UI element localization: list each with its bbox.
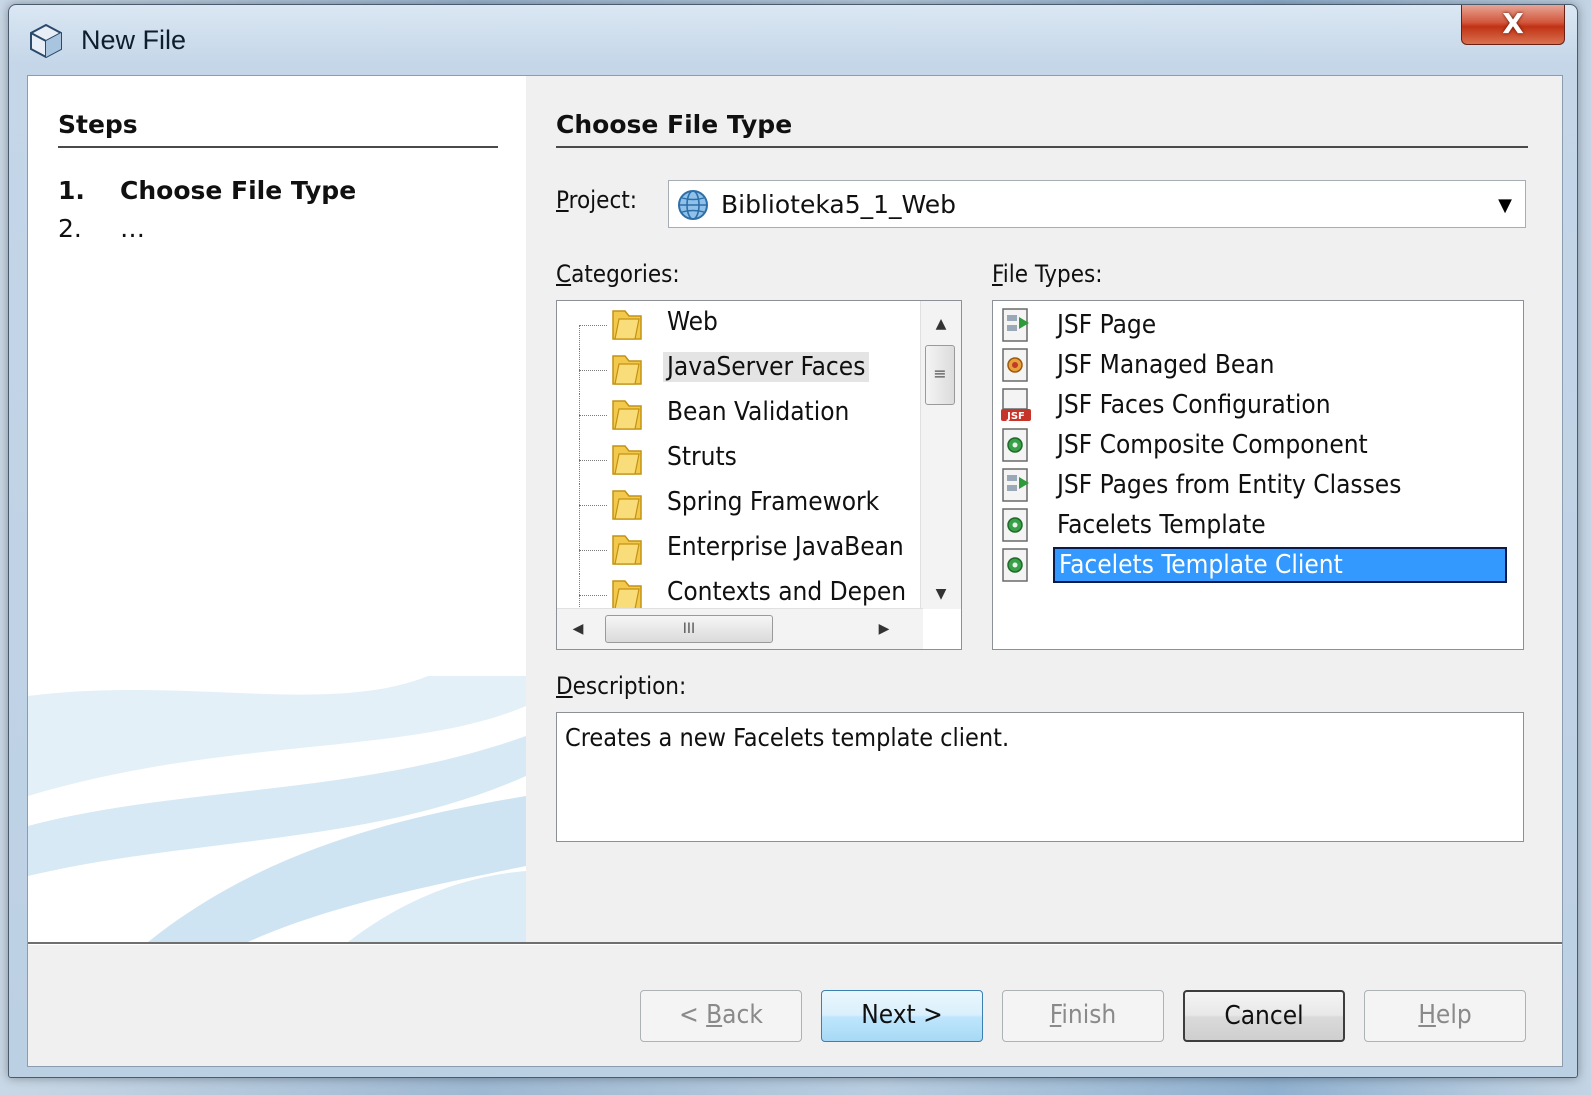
project-value: Biblioteka5_1_Web xyxy=(721,190,957,219)
composite-component-icon xyxy=(1002,428,1028,462)
jsf-page-icon xyxy=(1002,308,1029,342)
dropdown-arrow-icon[interactable]: ▼ xyxy=(1485,181,1525,227)
svg-text:JSF: JSF xyxy=(1006,411,1025,422)
step-number: 1. xyxy=(58,176,85,205)
managed-bean-icon xyxy=(1002,348,1028,382)
web-project-globe-icon xyxy=(678,190,708,220)
step-2: 2. … xyxy=(58,214,145,243)
file-types-label: File Types: xyxy=(992,260,1103,288)
netbeans-cube-icon xyxy=(30,23,62,59)
category-item-enterprise-javabeans[interactable]: Enterprise JavaBean xyxy=(557,528,917,572)
categories-vertical-scrollbar[interactable]: ▲ ≡ ▼ xyxy=(920,301,961,609)
description-text: Creates a new Facelets template client. xyxy=(565,723,1010,752)
scroll-right-arrow-icon[interactable]: ▶ xyxy=(867,609,901,649)
faces-config-icon: JSF xyxy=(1001,388,1031,422)
file-type-label: Facelets Template xyxy=(1057,510,1266,540)
file-type-jsf-faces-configuration[interactable]: JSF JSF Faces Configuration xyxy=(993,385,1523,425)
panel-heading: Choose File Type xyxy=(556,110,793,139)
title-bar[interactable]: New File X xyxy=(9,5,1577,73)
file-type-facelets-template-client[interactable]: Facelets Template Client xyxy=(993,545,1523,585)
categories-label: Categories: xyxy=(556,260,680,288)
folder-icon xyxy=(612,445,642,475)
file-type-jsf-managed-bean[interactable]: JSF Managed Bean xyxy=(993,345,1523,385)
file-type-jsf-page[interactable]: JSF Page xyxy=(993,305,1523,345)
category-label: JavaServer Faces xyxy=(663,352,870,382)
category-label: Spring Framework xyxy=(667,487,880,517)
file-type-label: JSF Page xyxy=(1057,310,1157,340)
category-item-javaserver-faces[interactable]: JavaServer Faces xyxy=(557,348,917,392)
steps-heading: Steps xyxy=(58,110,138,139)
entity-pages-icon xyxy=(1002,468,1029,502)
scroll-down-arrow-icon[interactable]: ▼ xyxy=(921,579,961,609)
next-button[interactable]: Next > xyxy=(821,990,983,1042)
step-label: … xyxy=(120,214,145,243)
scroll-thumb[interactable]: ≡ xyxy=(925,345,955,405)
file-type-label: JSF Managed Bean xyxy=(1057,350,1275,380)
category-label: Bean Validation xyxy=(667,397,850,427)
category-item-bean-validation[interactable]: Bean Validation xyxy=(557,393,917,437)
category-label: Web xyxy=(667,307,718,337)
file-type-jsf-composite-component[interactable]: JSF Composite Component xyxy=(993,425,1523,465)
category-label: Contexts and Depen xyxy=(667,577,907,607)
file-type-jsf-pages-from-entity-classes[interactable]: JSF Pages from Entity Classes xyxy=(993,465,1523,505)
project-dropdown[interactable]: Biblioteka5_1_Web ▼ xyxy=(668,180,1526,228)
description-area: Creates a new Facelets template client. xyxy=(556,712,1524,842)
file-type-label: Facelets Template Client xyxy=(1053,547,1507,583)
folder-icon xyxy=(612,535,642,565)
button-bar-divider xyxy=(28,942,1562,945)
finish-button[interactable]: Finish xyxy=(1002,990,1164,1042)
file-type-facelets-template[interactable]: Facelets Template xyxy=(993,505,1523,545)
step-number: 2. xyxy=(58,214,82,243)
dialog-body: Steps 1. Choose File Type 2. … Choose File… xyxy=(27,75,1563,1067)
steps-panel: Steps 1. Choose File Type 2. … xyxy=(28,76,526,942)
categories-horizontal-scrollbar[interactable]: ◀ III ▶ xyxy=(557,608,923,649)
folder-icon xyxy=(612,355,642,385)
categories-tree[interactable]: Web JavaServer Faces Bean Validation Str… xyxy=(556,300,962,650)
facelets-template-icon xyxy=(1002,508,1028,542)
category-label: Enterprise JavaBean xyxy=(667,532,904,562)
file-types-list[interactable]: JSF Page JSF Managed Bean JSF JSF Faces … xyxy=(992,300,1524,650)
panel-divider xyxy=(556,146,1528,148)
steps-divider xyxy=(58,146,498,148)
category-item-spring-framework[interactable]: Spring Framework xyxy=(557,483,917,527)
project-label: Project: xyxy=(556,186,638,214)
category-item-web[interactable]: Web xyxy=(557,303,917,347)
choose-file-type-panel: Choose File Type Project: Biblioteka5_1_… xyxy=(526,76,1562,942)
category-label: Struts xyxy=(667,442,737,472)
file-type-label: JSF Faces Configuration xyxy=(1057,390,1331,420)
scroll-thumb[interactable]: III xyxy=(605,615,773,643)
facelets-client-icon xyxy=(1002,548,1028,582)
folder-icon xyxy=(612,490,642,520)
description-label: Description: xyxy=(556,672,687,700)
file-type-label: JSF Pages from Entity Classes xyxy=(1057,470,1402,500)
step-1: 1. Choose File Type xyxy=(58,176,356,205)
close-button[interactable]: X xyxy=(1461,5,1565,45)
cancel-button[interactable]: Cancel xyxy=(1183,990,1345,1042)
file-type-label: JSF Composite Component xyxy=(1057,430,1368,460)
new-file-dialog: New File X Steps 1. Choose File Type 2. … … xyxy=(8,4,1578,1078)
window-title: New File xyxy=(81,25,187,55)
back-button[interactable]: < Back xyxy=(640,990,802,1042)
folder-icon xyxy=(612,400,642,430)
category-item-struts[interactable]: Struts xyxy=(557,438,917,482)
scroll-left-arrow-icon[interactable]: ◀ xyxy=(561,609,595,649)
step-label: Choose File Type xyxy=(120,176,357,205)
decorative-swoosh xyxy=(28,676,526,942)
folder-icon xyxy=(612,310,642,340)
scroll-up-arrow-icon[interactable]: ▲ xyxy=(921,309,961,339)
help-button[interactable]: Help xyxy=(1364,990,1526,1042)
